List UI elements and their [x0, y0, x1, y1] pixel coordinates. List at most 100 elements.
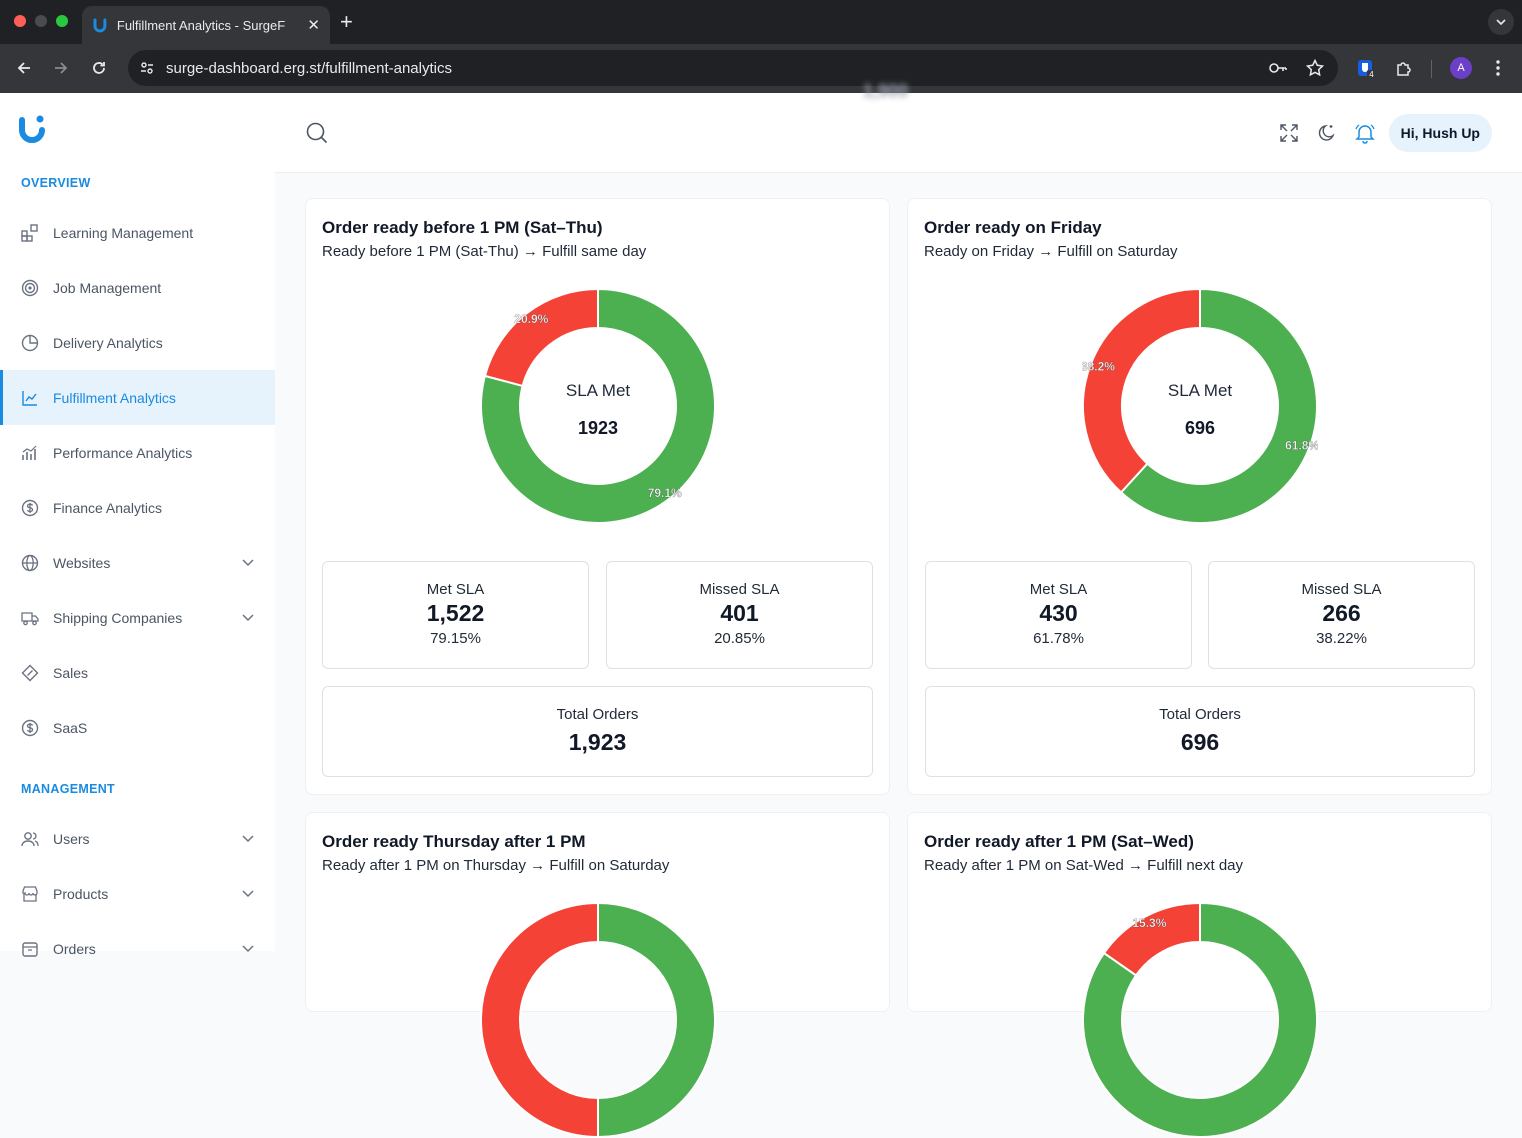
arrow-left-icon: [17, 62, 30, 74]
slice-percent-label: 20.9%: [514, 312, 548, 326]
sidebar-item-learning-management[interactable]: Learning Management: [0, 205, 275, 260]
tag-icon: [20, 663, 40, 683]
sidebar-item-label: Products: [53, 885, 109, 902]
forward-button[interactable]: [50, 57, 72, 79]
stat-label: Met SLA: [426, 581, 485, 598]
sidebar-item-finance-analytics[interactable]: Finance Analytics: [0, 480, 275, 535]
address-bar[interactable]: surge-dashboard.erg.st/fulfillment-analy…: [128, 50, 1338, 86]
sidebar-item-products[interactable]: Products: [0, 866, 275, 921]
missed-sla-slice[interactable]: [483, 288, 599, 388]
store-icon: [20, 884, 40, 904]
reload-icon: [93, 62, 105, 74]
slice-percent-label: 79.1%: [648, 486, 682, 500]
maximize-window-button[interactable]: [56, 15, 68, 27]
sidebar-item-users[interactable]: Users: [0, 811, 275, 866]
donut-center-value: 696: [1185, 418, 1215, 438]
sidebar-item-performance-analytics[interactable]: Performance Analytics: [0, 425, 275, 480]
bookmark-star-icon[interactable]: [1306, 59, 1324, 77]
sidebar-item-shipping-companies[interactable]: Shipping Companies: [0, 590, 275, 645]
tab-search-button[interactable]: [1488, 9, 1514, 35]
sidebar-item-websites[interactable]: Websites: [0, 535, 275, 590]
sidebar-item-label: Sales: [53, 664, 89, 681]
tab-close-icon[interactable]: ✕: [307, 16, 320, 34]
user-greeting-button[interactable]: Hi, Hush Up: [1388, 114, 1492, 152]
stat-label: Missed SLA: [1301, 581, 1382, 598]
slice-percent-label: 61.8%: [1285, 439, 1318, 453]
sidebar-item-job-management[interactable]: Job Management: [0, 260, 275, 315]
met-sla-slice[interactable]: [597, 902, 716, 1138]
dollar-circle-icon: [20, 718, 40, 738]
password-key-icon[interactable]: [1268, 59, 1288, 77]
missed-sla-stat: Missed SLA 401 20.85%: [606, 561, 873, 669]
users-icon: [20, 829, 40, 849]
fullscreen-icon[interactable]: [1278, 122, 1300, 144]
donut-center-label: SLA Met: [566, 381, 631, 400]
slice-percent-label: 38.2%: [1082, 359, 1115, 373]
donut-center-label: SLA Met: [1168, 381, 1233, 400]
sidebar-item-sales[interactable]: Sales: [0, 645, 275, 700]
chart-line-icon: [20, 388, 40, 408]
blocks-icon: [20, 223, 40, 243]
chevron-down-icon[interactable]: [241, 610, 255, 624]
card-title: Order ready before 1 PM (Sat–Thu): [322, 218, 603, 237]
sidebar-item-label: Performance Analytics: [53, 444, 193, 461]
stat-value: 696: [1180, 729, 1220, 755]
pie-icon: [20, 333, 40, 353]
card-title: Order ready after 1 PM (Sat–Wed): [924, 832, 1194, 851]
browser-toolbar: surge-dashboard.erg.st/fulfillment-analy…: [0, 44, 1522, 93]
bar-chart-icon: [20, 443, 40, 463]
stat-label: Total Orders: [556, 706, 639, 723]
stat-label: Missed SLA: [699, 581, 780, 598]
stat-value: 1,923: [568, 729, 627, 755]
sidebar-item-label: SaaS: [53, 719, 88, 736]
card-subtitle: Ready after 1 PM on Thursday → Fulfill o…: [322, 857, 670, 874]
globe-icon: [20, 553, 40, 573]
profile-avatar[interactable]: A: [1450, 57, 1472, 79]
sidebar-item-label: Users: [53, 830, 90, 847]
minimize-window-button[interactable]: [35, 15, 47, 27]
search-icon[interactable]: [305, 121, 329, 145]
bitwarden-extension-icon[interactable]: 4: [1355, 57, 1377, 79]
missed-sla-slice[interactable]: [480, 902, 599, 1138]
surge-favicon-icon: [93, 18, 107, 33]
sidebar-item-delivery-analytics[interactable]: Delivery Analytics: [0, 315, 275, 370]
sidebar-item-label: Websites: [53, 554, 111, 571]
chevron-down-icon[interactable]: [241, 886, 255, 900]
tab-title: Fulfillment Analytics - SurgeF: [116, 17, 286, 33]
sla-card-after-1pm-sat-wed: Order ready after 1 PM (Sat–Wed) Ready a…: [907, 812, 1492, 1138]
extensions-puzzle-icon[interactable]: [1393, 57, 1415, 79]
total-orders-stat: Total Orders 1,923: [322, 686, 873, 777]
sidebar-item-saas[interactable]: SaaS: [0, 700, 275, 755]
sla-donut-chart: 15.3%: [1082, 902, 1318, 1138]
moon-theme-icon[interactable]: [1316, 122, 1338, 144]
close-window-button[interactable]: [14, 15, 26, 27]
new-tab-button[interactable]: +: [340, 9, 353, 35]
scrolled-ghost-value: 1,900: [863, 81, 909, 101]
sidebar-item-fulfillment-analytics[interactable]: Fulfillment Analytics: [0, 370, 275, 425]
met-sla-stat: Met SLA 1,522 79.15%: [322, 561, 589, 669]
browser-menu-icon[interactable]: [1487, 57, 1509, 79]
sla-donut-chart: [480, 902, 716, 1138]
chevron-down-icon[interactable]: [241, 555, 255, 569]
back-button[interactable]: [13, 57, 35, 79]
stat-percent: 61.78%: [1033, 630, 1084, 647]
stat-value: 430: [1039, 600, 1078, 626]
app-logo-icon[interactable]: [18, 113, 46, 148]
url-text: surge-dashboard.erg.st/fulfillment-analy…: [166, 59, 452, 77]
arrow-right-icon: [55, 62, 68, 74]
toolbar-divider: [1431, 60, 1432, 78]
sidebar-item-label: Learning Management: [53, 224, 194, 241]
browser-tab[interactable]: Fulfillment Analytics - SurgeF ✕: [82, 6, 330, 44]
card-subtitle: Ready before 1 PM (Sat-Thu) → Fulfill sa…: [322, 243, 647, 260]
sidebar-item-orders[interactable]: Orders: [0, 921, 275, 976]
stat-value: 266: [1322, 600, 1361, 626]
chevron-down-icon[interactable]: [241, 941, 255, 955]
extension-badge: 4: [1369, 70, 1374, 78]
browser-tabstrip: Fulfillment Analytics - SurgeF ✕ +: [0, 0, 1522, 44]
chevron-down-icon[interactable]: [241, 831, 255, 845]
box-icon: [20, 939, 40, 959]
stat-label: Total Orders: [1159, 706, 1241, 723]
site-info-icon[interactable]: [138, 59, 156, 77]
bell-notification-icon[interactable]: [1354, 122, 1376, 144]
reload-button[interactable]: [88, 57, 110, 79]
